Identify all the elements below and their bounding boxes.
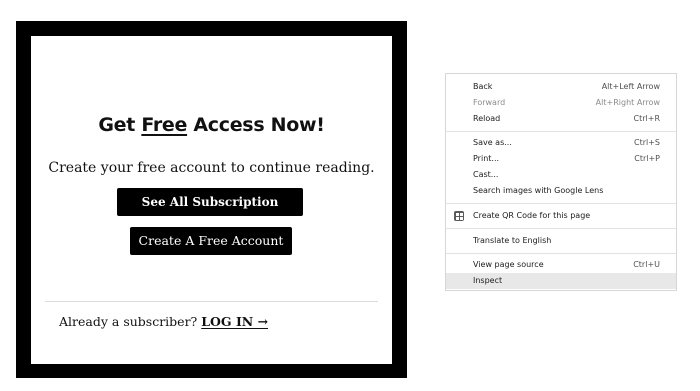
- menu-item-label: View page source: [473, 260, 544, 269]
- menu-item-label: Cast...: [473, 170, 499, 179]
- menu-item-cast[interactable]: Cast...: [446, 167, 676, 183]
- menu-separator: [446, 131, 676, 132]
- menu-separator: [446, 228, 676, 229]
- menu-separator: [446, 253, 676, 254]
- menu-item-label: Create QR Code for this page: [473, 211, 591, 220]
- modal-subtitle: Create your free account to continue rea…: [48, 160, 375, 176]
- qr-code-icon: [454, 211, 464, 221]
- menu-item-label: Forward: [473, 98, 506, 107]
- menu-item-label: Back: [473, 82, 493, 91]
- login-prompt: Already a subscriber?: [59, 314, 198, 329]
- menu-item-view-page-source[interactable]: View page source Ctrl+U: [446, 257, 676, 273]
- menu-item-forward[interactable]: Forward Alt+Right Arrow: [446, 95, 676, 111]
- menu-item-shortcut: Alt+Left Arrow: [601, 82, 660, 91]
- headline-free-word: Free: [141, 114, 188, 136]
- headline-prefix: Get: [98, 114, 142, 136]
- menu-item-shortcut: Ctrl+S: [633, 138, 660, 147]
- menu-item-create-qr-code[interactable]: Create QR Code for this page: [446, 208, 676, 224]
- login-row: Already a subscriber? LOG IN →: [59, 314, 268, 329]
- menu-item-inspect[interactable]: Inspect: [446, 273, 676, 289]
- menu-item-google-lens[interactable]: Search images with Google Lens: [446, 183, 676, 199]
- create-free-account-button[interactable]: Create A Free Account: [130, 227, 292, 255]
- menu-item-save-as[interactable]: Save as... Ctrl+S: [446, 135, 676, 151]
- page: Get Free Access Now! Create your free ac…: [0, 0, 700, 391]
- subscription-modal: Get Free Access Now! Create your free ac…: [16, 21, 407, 378]
- headline-suffix: Access Now!: [187, 114, 325, 136]
- menu-item-label: Save as...: [473, 138, 512, 147]
- menu-item-label: Search images with Google Lens: [473, 186, 604, 195]
- menu-item-label: Inspect: [473, 276, 503, 285]
- context-menu: Back Alt+Left Arrow Forward Alt+Right Ar…: [445, 73, 677, 291]
- see-subscription-options-button[interactable]: See All Subscription Options: [117, 188, 303, 237]
- menu-item-translate[interactable]: Translate to English: [446, 233, 676, 249]
- menu-item-shortcut: Ctrl+U: [633, 260, 660, 269]
- menu-item-label: Reload: [473, 114, 501, 123]
- menu-item-shortcut: Ctrl+P: [634, 154, 660, 163]
- menu-item-label: Translate to English: [473, 236, 552, 245]
- modal-headline: Get Free Access Now!: [31, 114, 392, 136]
- menu-item-print[interactable]: Print... Ctrl+P: [446, 151, 676, 167]
- modal-divider: [45, 301, 378, 302]
- menu-item-shortcut: Alt+Right Arrow: [595, 98, 660, 107]
- menu-item-label: Print...: [473, 154, 500, 163]
- log-in-link[interactable]: LOG IN →: [201, 314, 268, 329]
- menu-item-reload[interactable]: Reload Ctrl+R: [446, 111, 676, 127]
- menu-separator: [446, 203, 676, 204]
- menu-item-shortcut: Ctrl+R: [633, 114, 661, 123]
- modal-content: Get Free Access Now! Create your free ac…: [31, 36, 392, 364]
- menu-item-back[interactable]: Back Alt+Left Arrow: [446, 79, 676, 95]
